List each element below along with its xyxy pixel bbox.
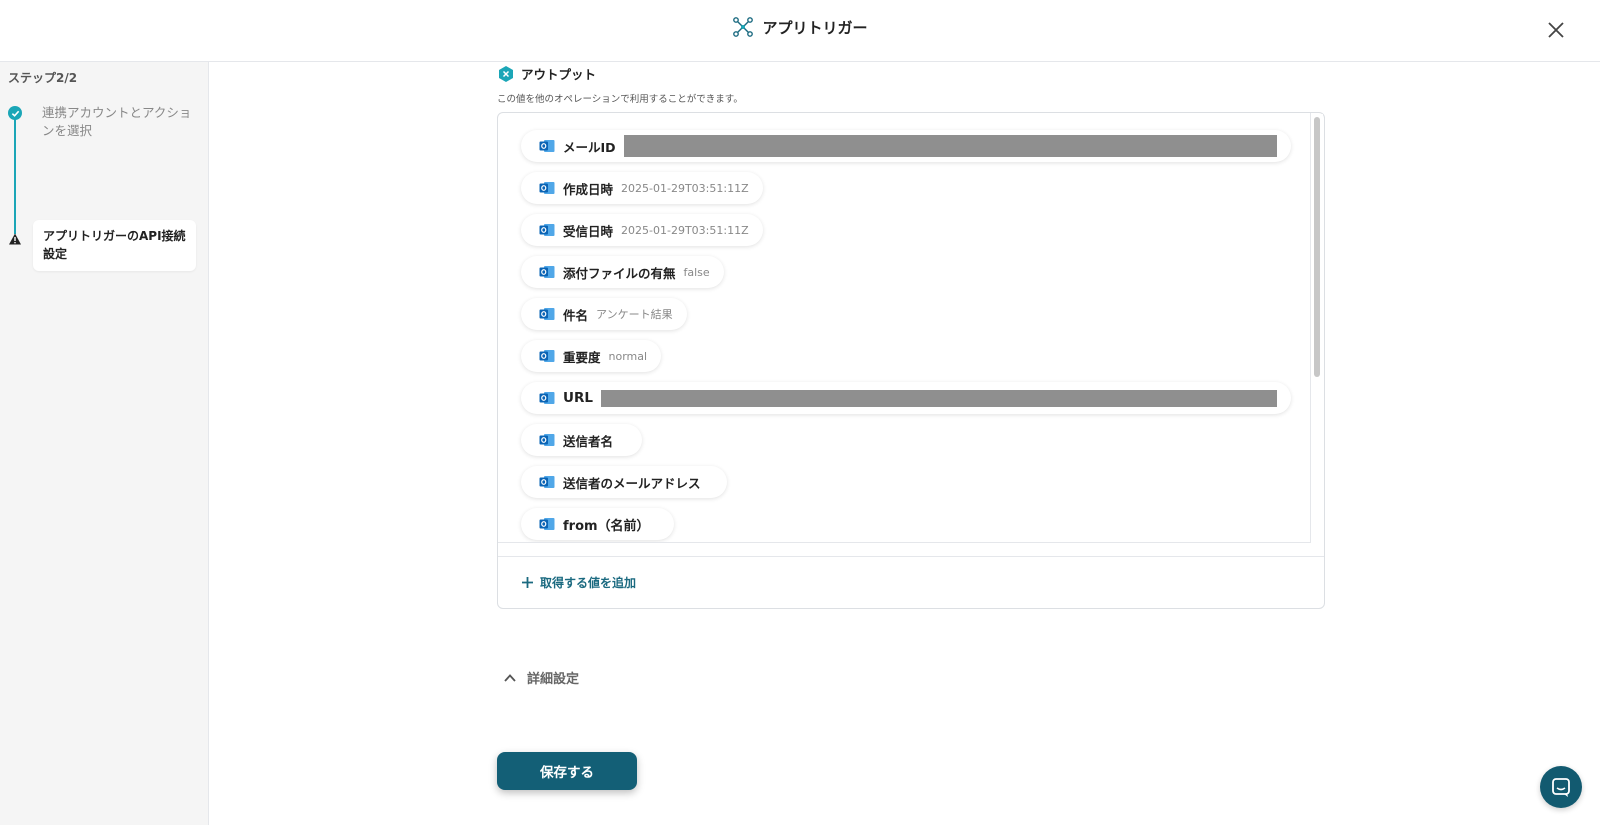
output-item-mail-id[interactable]: メールID — [521, 130, 1291, 162]
step-count: ステップ2/2 — [8, 71, 78, 85]
output-item-value: 2025-01-29T03:51:11Z — [621, 181, 749, 195]
output-title: アウトプット — [521, 67, 597, 82]
output-item-label: 送信者名 — [563, 433, 614, 449]
output-item-label: URL — [563, 390, 593, 406]
output-item-created-at[interactable]: 作成日時 2025-01-29T03:51:11Z — [521, 172, 763, 204]
plus-icon — [522, 577, 533, 588]
output-item-label: 受信日時 — [563, 223, 614, 239]
output-scrollbar[interactable] — [1311, 114, 1323, 543]
outlook-icon — [539, 266, 555, 278]
app-trigger-icon — [733, 17, 754, 37]
page-title: アプリトリガー — [762, 18, 868, 37]
save-button[interactable]: 保存する — [497, 752, 637, 790]
output-item-label: from（名前） — [563, 518, 650, 534]
output-item-sender-email[interactable]: 送信者のメールアドレス — [521, 466, 727, 498]
output-item-label: 添付ファイルの有無 — [563, 265, 676, 281]
outlook-icon — [539, 476, 555, 488]
close-button[interactable] — [1542, 16, 1570, 44]
scrollbar-thumb[interactable] — [1314, 117, 1320, 377]
output-item-sender-name[interactable]: 送信者名 — [521, 424, 642, 456]
sidebar-step-label: アプリトリガーのAPI接続設定 — [43, 229, 186, 261]
divider — [498, 556, 1324, 557]
output-item-has-attachments[interactable]: 添付ファイルの有無 false — [521, 256, 724, 288]
header-title-group: アプリトリガー — [0, 16, 1600, 38]
outlook-icon — [539, 350, 555, 362]
outlook-icon — [539, 182, 555, 194]
outlook-icon — [539, 224, 555, 236]
output-item-from-name[interactable]: from（名前） — [521, 508, 674, 540]
output-item-label: 作成日時 — [563, 181, 614, 197]
outlook-icon — [539, 140, 555, 152]
sidebar-step-select-account[interactable]: 連携アカウントとアクションを選択 — [0, 104, 209, 144]
trigger-hex-icon — [499, 65, 513, 82]
output-item-label: 送信者のメールアドレス — [563, 475, 701, 491]
output-section-header: アウトプット — [497, 64, 596, 83]
outlook-icon — [539, 518, 555, 530]
chat-icon — [1552, 778, 1570, 797]
output-item-label: 件名 — [563, 307, 589, 323]
output-card: メールID 作成日時 2025-01-29T03:51:11Z 受信日時 202… — [497, 112, 1325, 609]
details-toggle[interactable]: 詳細設定 — [503, 668, 579, 687]
output-item-value: normal — [608, 349, 648, 363]
check-icon — [8, 106, 22, 120]
chat-support-button[interactable] — [1540, 766, 1582, 808]
output-description: この値を他のオペレーションで利用することができます。 — [497, 94, 743, 105]
outlook-icon — [539, 434, 555, 446]
header: アプリトリガー — [0, 0, 1600, 62]
output-item-importance[interactable]: 重要度 normal — [521, 340, 662, 372]
close-icon — [1548, 22, 1564, 38]
output-item-url[interactable]: URL — [521, 382, 1291, 414]
outlook-icon — [539, 308, 555, 320]
output-list[interactable]: メールID 作成日時 2025-01-29T03:51:11Z 受信日時 202… — [498, 113, 1311, 543]
outlook-icon — [539, 392, 555, 404]
output-item-value: false — [683, 265, 710, 279]
sidebar-step-api-settings[interactable]: アプリトリガーのAPI接続設定 — [33, 220, 196, 271]
output-item-label: メールID — [563, 139, 616, 155]
details-label: 詳細設定 — [527, 672, 580, 687]
sidebar-step-label: 連携アカウントとアクションを選択 — [42, 105, 192, 138]
redacted-value — [600, 389, 1277, 407]
add-value-button[interactable]: 取得する値を追加 — [521, 574, 636, 591]
output-item-subject[interactable]: 件名 アンケート結果 — [521, 298, 687, 330]
output-item-label: 重要度 — [563, 349, 601, 365]
chevron-up-icon — [504, 673, 516, 682]
add-value-label: 取得する値を追加 — [540, 576, 637, 590]
output-item-value: 2025-01-29T03:51:11Z — [621, 223, 749, 237]
sidebar: ステップ2/2 連携アカウントとアクションを選択 アプリトリガーのAPI接続設定 — [0, 62, 209, 825]
output-item-received-at[interactable]: 受信日時 2025-01-29T03:51:11Z — [521, 214, 763, 246]
redacted-value — [623, 135, 1277, 157]
output-item-value: アンケート結果 — [596, 308, 673, 321]
warning-icon — [9, 233, 21, 245]
